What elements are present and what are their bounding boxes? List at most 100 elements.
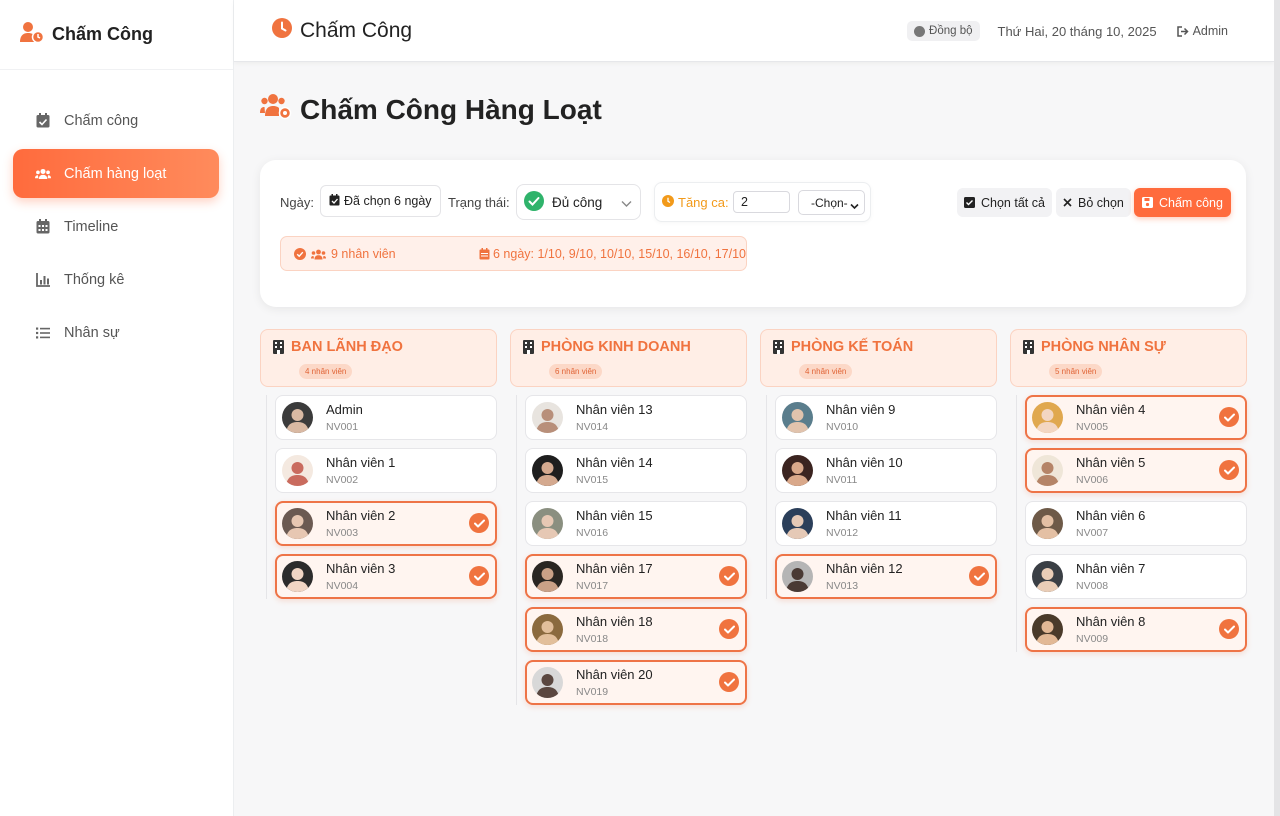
avatar: [282, 455, 313, 486]
avatar: [532, 455, 563, 486]
submit-attendance-button[interactable]: Chấm công: [1134, 188, 1231, 217]
status-select[interactable]: Đủ công: [516, 184, 641, 220]
selected-check-icon: [1219, 619, 1239, 639]
sidebar-item-cham-cong[interactable]: Chấm công: [13, 96, 219, 145]
employee-code: NV010: [826, 421, 859, 433]
page-scrollbar[interactable]: [1274, 0, 1280, 816]
select-all-button[interactable]: Chọn tất cả: [957, 188, 1052, 217]
employee-code: NV016: [576, 527, 609, 539]
top-title-text: Chấm Công: [300, 18, 413, 42]
department-header[interactable]: PHÒNG KINH DOANH 6 nhân viên: [510, 329, 747, 387]
clear-selection-label: Bỏ chọn: [1078, 195, 1124, 210]
top-title: Chấm Công: [272, 17, 413, 44]
clear-selection-button[interactable]: Bỏ chọn: [1056, 188, 1131, 217]
department-count-badge: 6 nhân viên: [549, 364, 603, 379]
submit-attendance-label: Chấm công: [1159, 195, 1223, 210]
employee-card[interactable]: Nhân viên 6 NV007: [1025, 501, 1247, 546]
overtime-hours-input[interactable]: [733, 191, 790, 213]
date-picker-button[interactable]: Đã chọn 6 ngày: [320, 185, 441, 217]
employee-card[interactable]: Nhân viên 8 NV009: [1025, 607, 1247, 652]
employee-card[interactable]: Nhân viên 15 NV016: [525, 501, 747, 546]
employee-code: NV008: [1076, 580, 1109, 592]
employee-name: Admin: [326, 402, 363, 417]
employee-code: NV001: [326, 421, 359, 433]
employee-name: Nhân viên 6: [1076, 508, 1146, 523]
summary-employees: 9 nhân viên: [294, 247, 396, 261]
employee-card[interactable]: Nhân viên 11 NV012: [775, 501, 997, 546]
list-icon: [35, 325, 51, 341]
overtime-type-value: -Chọn-: [811, 195, 848, 210]
employee-card[interactable]: Nhân viên 10 NV011: [775, 448, 997, 493]
user-name: Admin: [1192, 24, 1228, 38]
employee-code: NV002: [326, 474, 359, 486]
page-title-text: Chấm Công Hàng Loạt: [300, 93, 602, 125]
employee-card[interactable]: Nhân viên 14 NV015: [525, 448, 747, 493]
save-icon: [1142, 197, 1153, 208]
status-label: Trạng thái:: [448, 195, 510, 210]
avatar: [282, 508, 313, 539]
employee-name: Nhân viên 15: [576, 508, 653, 523]
employee-name: Nhân viên 4: [1076, 402, 1146, 417]
calendar-check-icon: [329, 193, 340, 209]
sidebar-item-label: Nhân sự: [64, 324, 120, 341]
selected-check-icon: [719, 566, 739, 586]
employee-name: Nhân viên 13: [576, 402, 653, 417]
employee-card[interactable]: Nhân viên 4 NV005: [1025, 395, 1247, 440]
employee-list: Nhân viên 13 NV014 Nhân viên 14 NV015 Nhân v…: [510, 395, 747, 705]
employee-card[interactable]: Nhân viên 12 NV013: [775, 554, 997, 599]
employee-card[interactable]: Nhân viên 17 NV017: [525, 554, 747, 599]
employee-card[interactable]: Nhân viên 20 NV019: [525, 660, 747, 705]
avatar: [282, 402, 313, 433]
employee-card[interactable]: Nhân viên 7 NV008: [1025, 554, 1247, 599]
department-name-text: PHÒNG NHÂN SỰ: [1041, 339, 1166, 355]
department-name-text: BAN LÃNH ĐẠO: [291, 339, 403, 355]
date-label: Ngày:: [280, 195, 314, 210]
employee-list: Nhân viên 9 NV010 Nhân viên 10 NV011 Nhân vi…: [760, 395, 997, 599]
department-header[interactable]: PHÒNG KẾ TOÁN 4 nhân viên: [760, 329, 997, 387]
employee-card[interactable]: Nhân viên 3 NV004: [275, 554, 497, 599]
employee-name: Nhân viên 5: [1076, 455, 1146, 470]
department-name-text: PHÒNG KẾ TOÁN: [791, 339, 914, 355]
employee-name: Nhân viên 7: [1076, 561, 1146, 576]
sidebar-item-thong-ke[interactable]: Thống kê: [13, 255, 219, 304]
sidebar-item-nhan-su[interactable]: Nhân sự: [13, 308, 219, 357]
users-icon: [311, 249, 326, 260]
clock-icon: [662, 195, 674, 210]
department-count-badge: 5 nhân viên: [1049, 364, 1103, 379]
sync-badge[interactable]: Đồng bộ: [907, 21, 980, 41]
brand[interactable]: Chấm Công: [0, 0, 233, 70]
department-name-text: PHÒNG KINH DOANH: [541, 339, 691, 355]
avatar: [532, 614, 563, 645]
calendar-icon: [479, 248, 490, 260]
employee-card[interactable]: Nhân viên 18 NV018: [525, 607, 747, 652]
overtime-type-select[interactable]: -Chọn-: [798, 190, 865, 215]
checkbox-icon: [964, 197, 975, 208]
check-circle-icon: [294, 248, 306, 260]
employee-card[interactable]: Nhân viên 9 NV010: [775, 395, 997, 440]
employee-card[interactable]: Nhân viên 1 NV002: [275, 448, 497, 493]
employee-card[interactable]: Nhân viên 2 NV003: [275, 501, 497, 546]
top-right: Đồng bộ Thứ Hai, 20 tháng 10, 2025 Admin: [907, 0, 1228, 62]
employee-name: Nhân viên 2: [326, 508, 396, 523]
page-title: Chấm Công Hàng Loạt: [260, 92, 602, 127]
avatar: [1032, 561, 1063, 592]
department-header[interactable]: BAN LÃNH ĐẠO 4 nhân viên: [260, 329, 497, 387]
summary-employees-text: 9 nhân viên: [331, 247, 396, 261]
sidebar-item-timeline[interactable]: Timeline: [13, 202, 219, 251]
users-cog-icon: [260, 92, 292, 127]
selected-check-icon: [719, 619, 739, 639]
sidebar-nav: Chấm công Chấm hàng loạt Timeline Thống …: [0, 70, 233, 357]
sidebar-item-label: Timeline: [64, 218, 119, 235]
sidebar-item-label: Thống kê: [64, 271, 125, 288]
selected-check-icon: [1219, 460, 1239, 480]
sidebar-item-cham-hang-loat[interactable]: Chấm hàng loạt: [13, 149, 219, 198]
employee-name: Nhân viên 18: [576, 614, 653, 629]
logout-button[interactable]: Admin: [1176, 24, 1228, 38]
employee-code: NV014: [576, 421, 609, 433]
sidebar-item-label: Chấm hàng loạt: [64, 165, 167, 182]
employee-card[interactable]: Nhân viên 13 NV014: [525, 395, 747, 440]
department-header[interactable]: PHÒNG NHÂN SỰ 5 nhân viên: [1010, 329, 1247, 387]
employee-card[interactable]: Admin NV001: [275, 395, 497, 440]
employee-card[interactable]: Nhân viên 5 NV006: [1025, 448, 1247, 493]
sidebar: Chấm Công Chấm công Chấm hàng loạt Timel…: [0, 0, 234, 816]
